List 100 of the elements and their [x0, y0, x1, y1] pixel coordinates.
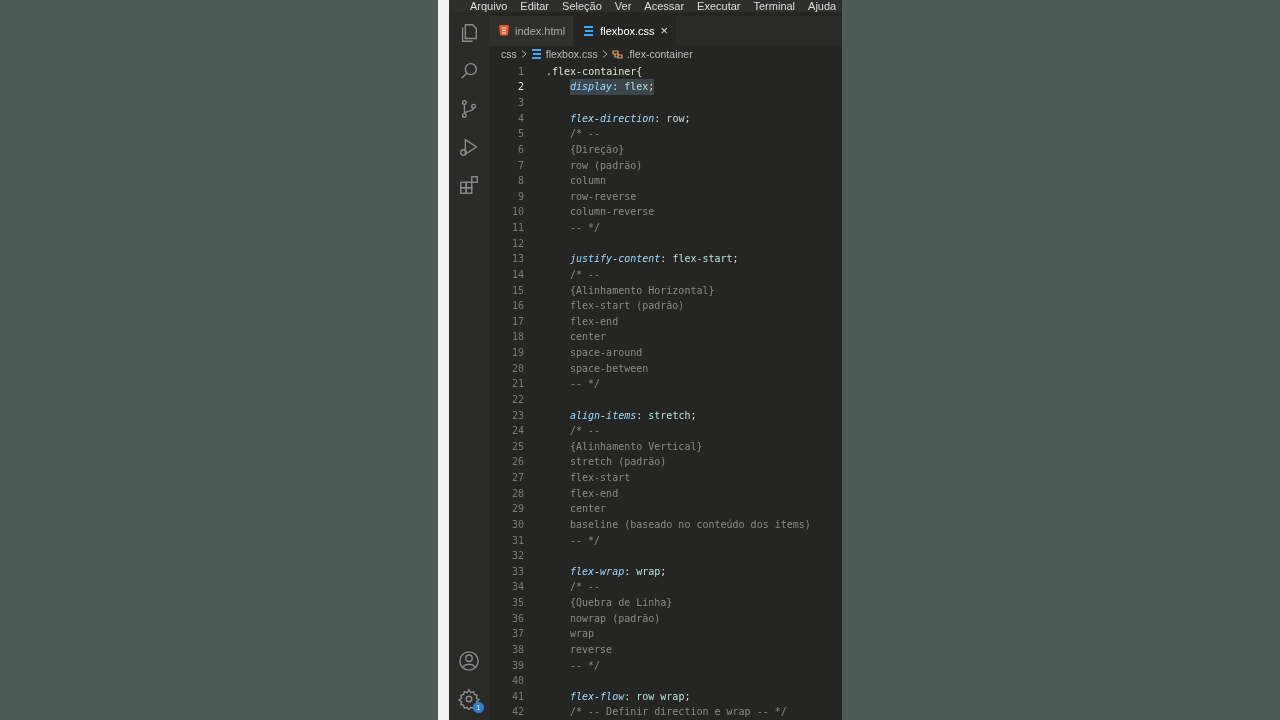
code-line: flex-direction: row;	[570, 111, 691, 126]
code-comment: space-around	[570, 346, 643, 360]
line-number: 13	[510, 252, 525, 267]
chevron-icon	[520, 49, 527, 58]
close-icon[interactable]: ×	[660, 23, 669, 39]
line-number: 21	[510, 377, 525, 392]
code-comment: center	[570, 330, 607, 345]
html-file-icon	[499, 25, 509, 37]
line-number: 29	[510, 502, 525, 517]
code-comment: /* --	[570, 424, 601, 439]
code-comment: {Quebra de Linha}	[570, 596, 673, 610]
menu-item[interactable]: Ajuda	[801, 0, 842, 12]
code-comment: flex-start (padrão)	[570, 299, 685, 314]
editor-tab[interactable]: flexbox.css ×	[573, 16, 677, 46]
settings-icon[interactable]	[458, 688, 480, 710]
line-number: 30	[510, 517, 525, 532]
code-comment: row (padrão)	[570, 158, 643, 173]
line-number: 22	[510, 392, 525, 407]
line-number: 4	[516, 111, 525, 126]
code-comment: {Alinhamento Horizontal}	[570, 283, 715, 298]
extensions-icon[interactable]	[458, 174, 480, 196]
code-line: .flex-container{	[546, 64, 643, 79]
breadcrumb-item[interactable]: flexbox.css	[545, 47, 598, 60]
menu-item[interactable]: Executar	[690, 0, 747, 12]
code-comment: -- */	[570, 533, 601, 548]
line-number: 40	[510, 674, 525, 689]
line-number: 7	[516, 158, 525, 173]
code-comment: row-reverse	[570, 189, 637, 204]
code-comment: wrap	[570, 627, 595, 642]
code-comment: nowrap (padrão)	[570, 611, 661, 626]
code-comment: baseline (baseado no conteúdo dos items)	[570, 517, 811, 532]
menu-item[interactable]: Arquivo	[463, 0, 514, 12]
code-comment: reverse	[570, 642, 613, 657]
line-number: 26	[510, 455, 525, 470]
css-file-icon	[530, 48, 542, 59]
line-number: 24	[510, 424, 525, 439]
code-comment: /* --	[570, 580, 601, 595]
code-comment: flex-end	[570, 314, 619, 329]
account-icon[interactable]	[458, 650, 480, 672]
breadcrumb-item[interactable]: .flex-container	[626, 47, 693, 60]
line-number: 32	[510, 549, 525, 564]
line-number: 2	[516, 80, 525, 95]
code-comment: /* --	[570, 127, 601, 142]
line-number: 3	[516, 96, 525, 110]
code-line: flex-flow: row wrap;	[570, 689, 691, 704]
code-line: align-items: stretch;	[570, 408, 697, 423]
line-number: 33	[510, 564, 525, 579]
css-file-icon	[583, 25, 595, 36]
line-number: 37	[510, 627, 525, 642]
code-comment: /* -- Definir direction e wrap -- */	[570, 705, 787, 720]
line-number: 15	[510, 283, 525, 298]
code-comment: flex-start	[570, 471, 631, 485]
menu-item[interactable]: Acessar	[637, 0, 691, 12]
code-comment: column-reverse	[570, 205, 655, 220]
line-number: 6	[516, 142, 525, 157]
line-number: 8	[516, 174, 525, 189]
line-number: 34	[510, 580, 525, 595]
breadcrumb-item[interactable]: css	[501, 47, 517, 60]
line-number: 14	[510, 267, 525, 282]
chevron-icon	[601, 49, 608, 58]
menu-item[interactable]: Seleção	[555, 0, 608, 12]
code-comment: /* --	[570, 267, 601, 282]
code-comment: -- */	[570, 377, 601, 392]
line-number: 41	[510, 689, 525, 704]
code-comment: {Alinhamento Vertical}	[570, 439, 703, 454]
code-comment: stretch (padrão)	[570, 455, 667, 470]
line-number: 36	[510, 611, 525, 626]
code-comment: space-between	[570, 361, 649, 376]
line-number: 16	[510, 299, 525, 314]
line-number: 1	[516, 64, 525, 79]
line-number: 31	[510, 533, 525, 548]
line-number: 27	[510, 471, 525, 485]
code-comment: -- */	[570, 658, 601, 673]
code-comment: center	[570, 502, 607, 517]
line-number: 39	[510, 658, 525, 673]
menu-item[interactable]: Editar	[513, 0, 556, 12]
code-line: flex-wrap: wrap;	[570, 564, 667, 579]
line-number: 11	[510, 221, 525, 235]
line-number: 20	[510, 361, 525, 376]
symbol-icon	[611, 48, 623, 59]
line-number: 5	[516, 127, 525, 142]
editor-tab[interactable]: index.html	[489, 16, 574, 46]
menu-item[interactable]: Terminal	[746, 0, 802, 12]
line-number: 9	[516, 189, 525, 204]
line-number: 23	[510, 408, 525, 423]
line-number: 28	[510, 486, 525, 501]
line-number: 35	[510, 596, 525, 610]
line-number: 17	[510, 314, 525, 329]
run-debug-icon[interactable]	[458, 136, 480, 158]
code-line: justify-content: flex-start;	[570, 252, 739, 267]
line-number: 42	[510, 705, 525, 720]
line-number: 38	[510, 642, 525, 657]
code-comment: -- */	[570, 221, 601, 235]
line-number: 19	[510, 346, 525, 360]
code-comment: {Direção}	[570, 142, 625, 157]
menu-item[interactable]: Ver	[607, 0, 638, 12]
line-number: 18	[510, 330, 525, 345]
line-number: 12	[510, 236, 525, 251]
line-number: 10	[510, 205, 525, 220]
code-comment: flex-end	[570, 486, 619, 501]
